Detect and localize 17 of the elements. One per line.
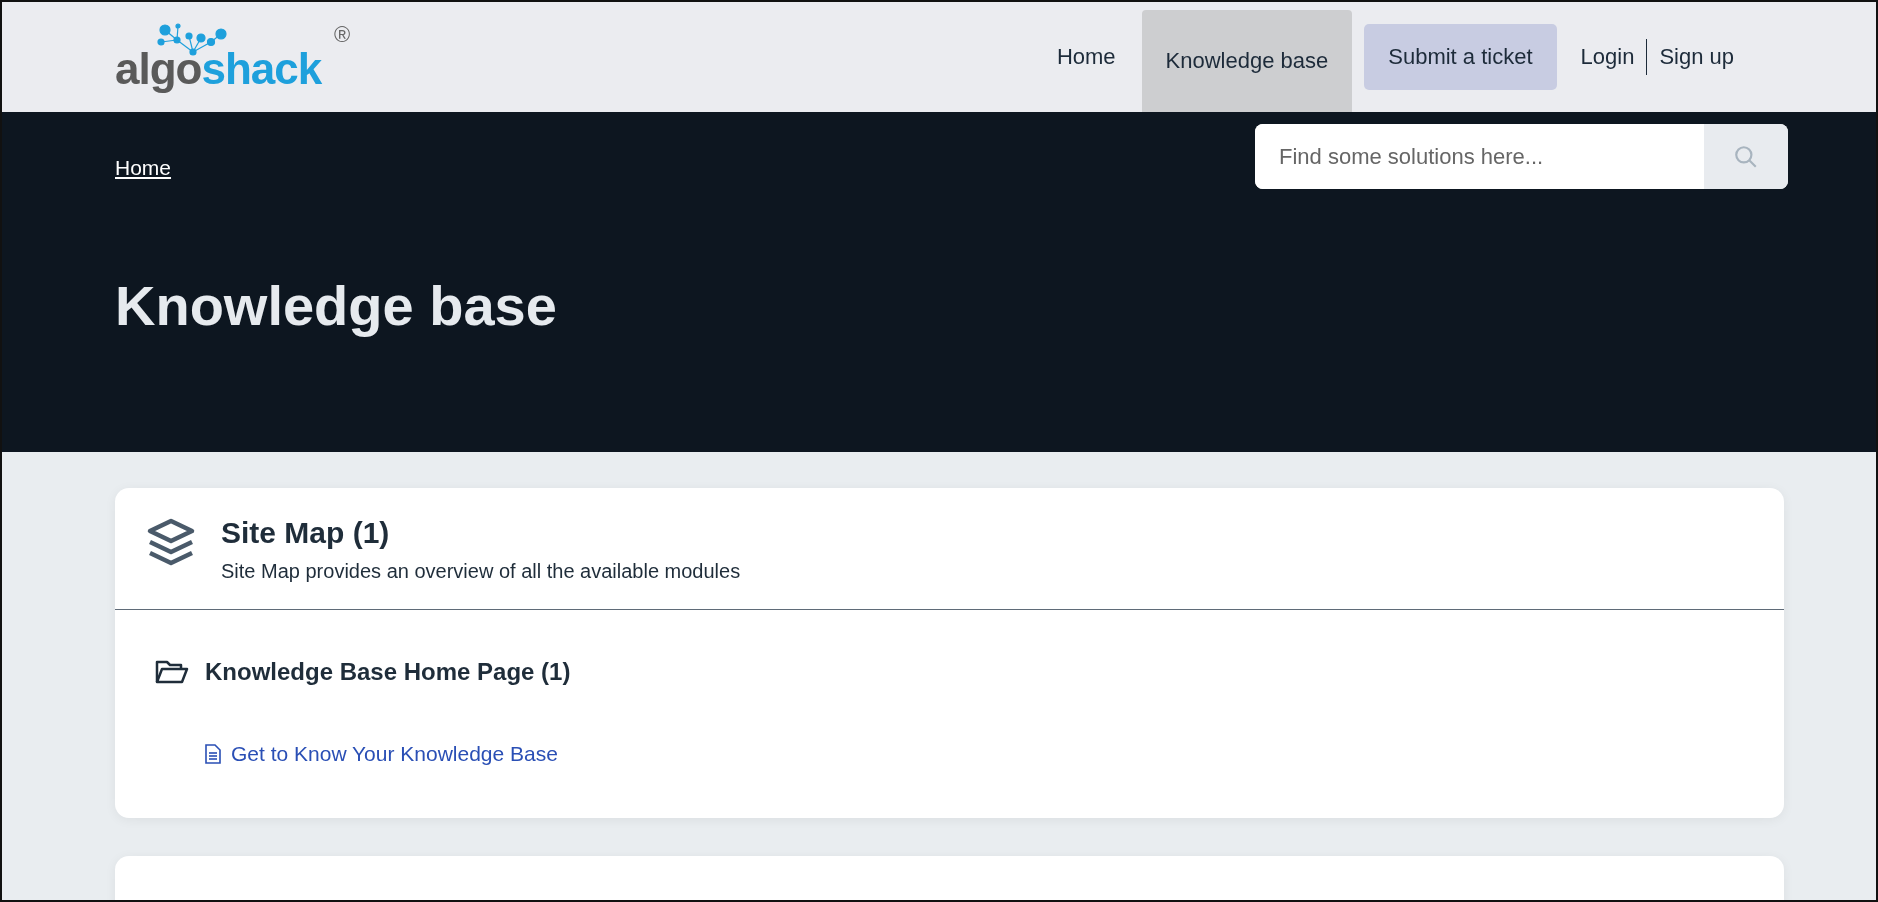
- folder-title[interactable]: Knowledge Base Home Page (1): [205, 658, 571, 686]
- document-icon: [205, 744, 221, 764]
- layers-icon: [145, 516, 197, 568]
- search-icon[interactable]: [1733, 143, 1759, 170]
- auth-link[interactable]: Login: [1568, 44, 1647, 70]
- nav-tab[interactable]: Knowledge base: [1141, 10, 1353, 112]
- section-title[interactable]: Site Map (1): [221, 516, 741, 550]
- logo[interactable]: algoshack ®: [115, 2, 352, 112]
- auth-link[interactable]: Sign up: [1647, 44, 1746, 70]
- section-description: Site Map provides an overview of all the available modules: [221, 560, 741, 583]
- nav-tab[interactable]: Home: [1030, 44, 1142, 70]
- page-title: Knowledge base: [115, 273, 558, 338]
- article-link[interactable]: Get to Know Your Knowledge Base: [231, 742, 558, 766]
- folder-icon: [155, 658, 189, 686]
- breadcrumb-link[interactable]: Home: [115, 156, 172, 180]
- submit-ticket-button[interactable]: Submit a ticket: [1364, 24, 1557, 90]
- search-field[interactable]: Find some solutions here...: [1255, 124, 1788, 189]
